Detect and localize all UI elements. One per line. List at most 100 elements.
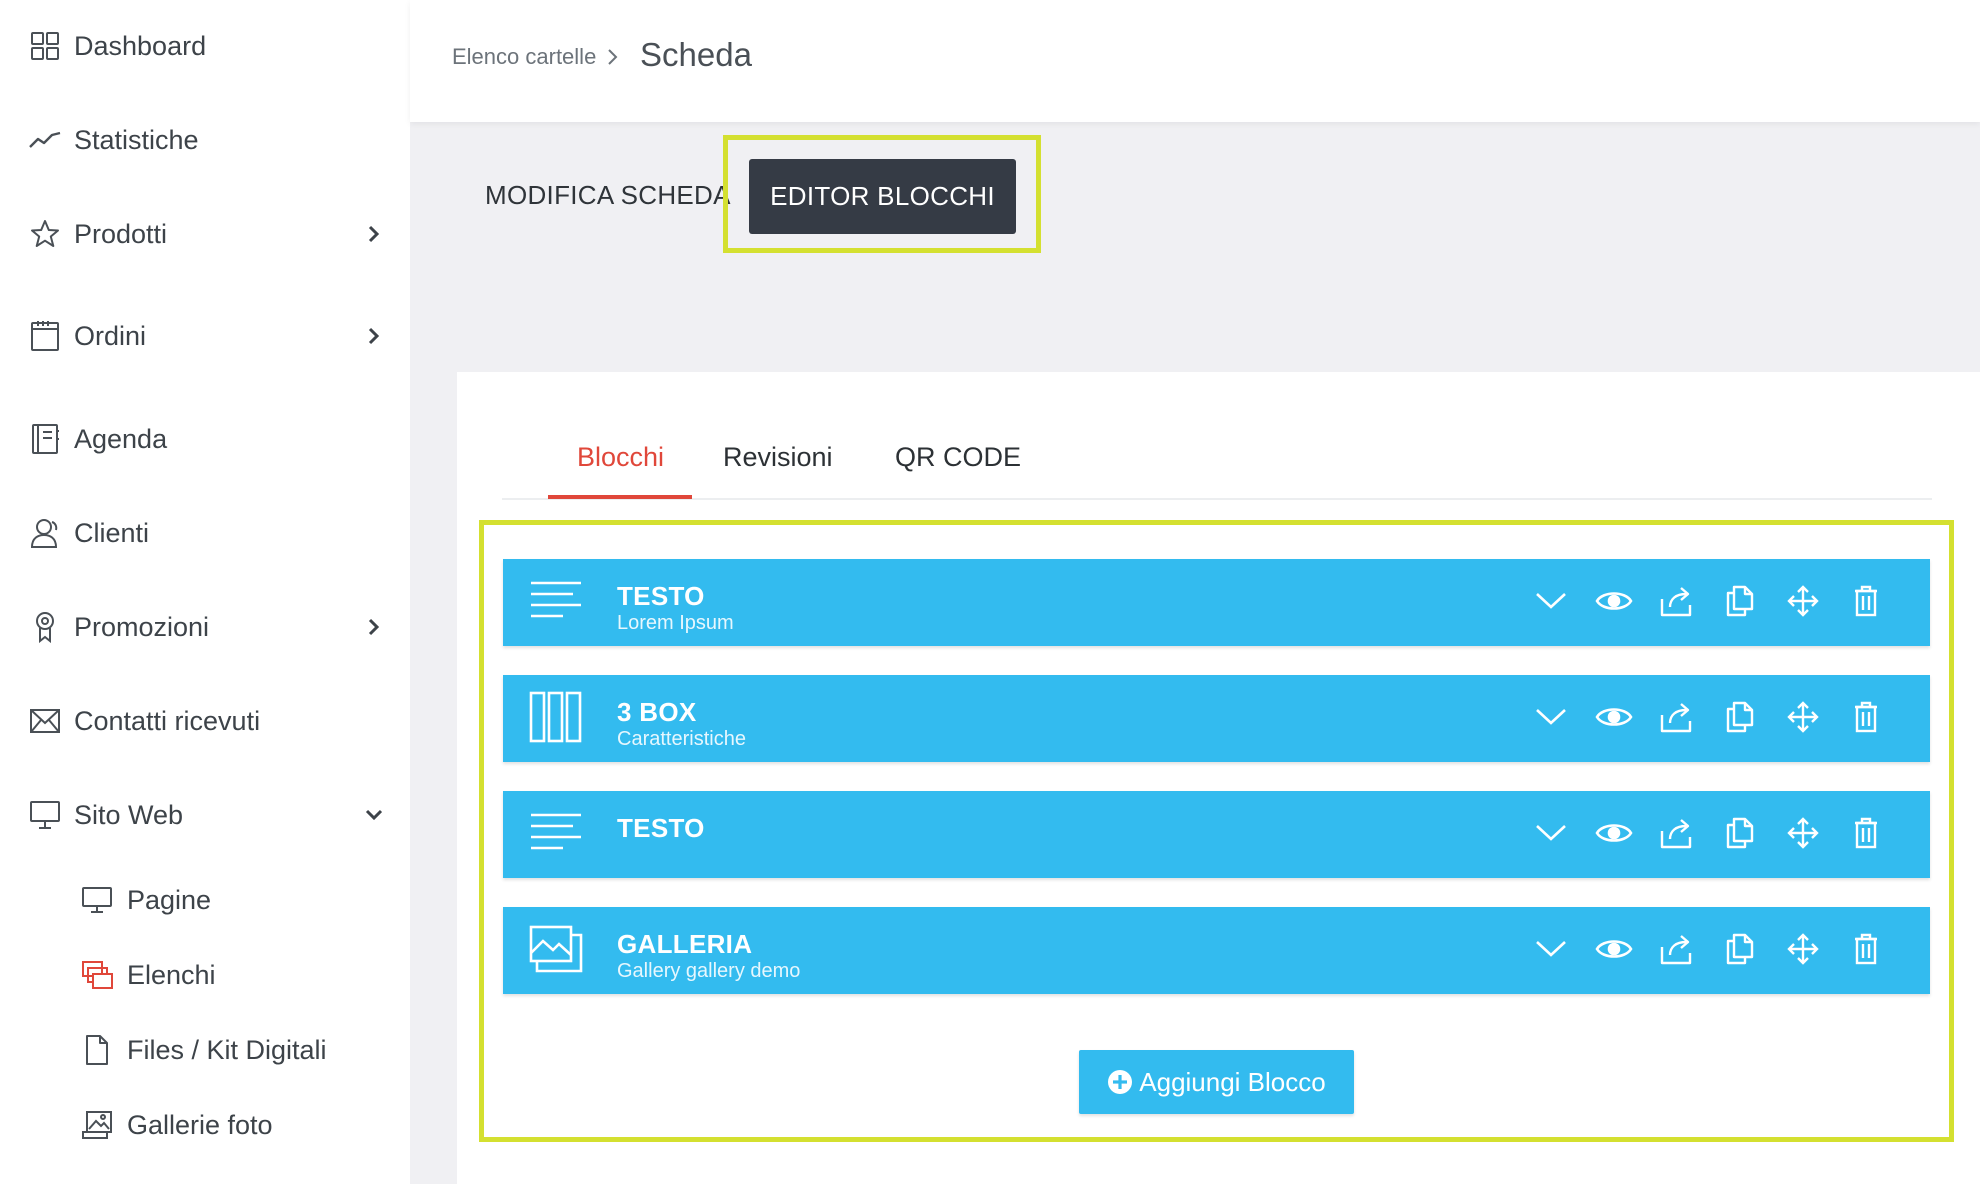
page-title: Scheda [640, 36, 752, 73]
active-tab-indicator [548, 495, 692, 499]
block-title: TESTO [617, 581, 705, 611]
file-icon [80, 1033, 114, 1067]
chevron-down-icon[interactable] [1531, 697, 1571, 737]
tab-qr-code[interactable]: QR CODE [895, 442, 1021, 473]
eye-icon[interactable] [1594, 581, 1634, 621]
block-row[interactable]: GALLERIA Gallery gallery demo [503, 907, 1930, 994]
sidebar: Dashboard Statistiche Prodotti Ordini Ag… [0, 0, 410, 1184]
block-actions [1508, 813, 1886, 853]
users-icon [28, 516, 62, 550]
add-block-label: Aggiungi Blocco [1139, 1066, 1326, 1097]
sidebar-item-label: Ordini [74, 320, 147, 351]
sidebar-item-label: Gallerie foto [127, 1109, 273, 1140]
share-icon[interactable] [1657, 697, 1697, 737]
chevron-down-icon [364, 805, 384, 825]
sidebar-item-statistiche[interactable]: Statistiche [0, 110, 410, 170]
sidebar-item-sito-web[interactable]: Sito Web [0, 785, 410, 845]
eye-icon[interactable] [1594, 929, 1634, 969]
chevron-right-icon [364, 326, 384, 346]
sidebar-item-label: Dashboard [74, 30, 207, 61]
chevron-down-icon[interactable] [1531, 581, 1571, 621]
share-icon[interactable] [1657, 581, 1697, 621]
sidebar-item-label: Sito Web [74, 799, 184, 830]
trash-icon[interactable] [1846, 697, 1886, 737]
sidebar-item-label: Agenda [74, 423, 168, 454]
move-icon[interactable] [1783, 697, 1823, 737]
add-block-button[interactable]: Aggiungi Blocco [1079, 1050, 1354, 1114]
block-subtitle: Caratteristiche [617, 728, 746, 750]
chevron-right-icon [364, 617, 384, 637]
sidebar-item-label: Pagine [127, 884, 212, 915]
sidebar-item-ordini[interactable]: Ordini [0, 306, 410, 366]
copy-icon[interactable] [1720, 697, 1760, 737]
chevron-down-icon[interactable] [1531, 929, 1571, 969]
sidebar-item-label: Clienti [74, 517, 150, 548]
block-title: 3 BOX [617, 697, 697, 727]
monitor-icon [80, 883, 114, 917]
copy-icon[interactable] [1720, 929, 1760, 969]
sidebar-subitem-elenchi[interactable]: Elenchi [0, 945, 410, 1005]
sidebar-item-dashboard[interactable]: Dashboard [0, 16, 410, 76]
sidebar-item-label: Promozioni [74, 611, 210, 642]
chevron-down-icon[interactable] [1531, 813, 1571, 853]
sidebar-item-agenda[interactable]: Agenda [0, 409, 410, 469]
move-icon[interactable] [1783, 813, 1823, 853]
block-actions [1508, 929, 1886, 969]
text-lines-icon [529, 811, 583, 857]
sidebar-subitem-gallerie[interactable]: Gallerie foto [0, 1095, 410, 1155]
tab-revisioni[interactable]: Revisioni [723, 442, 833, 473]
breadcrumb-link[interactable]: Elenco cartelle [452, 44, 596, 70]
notebook-icon [28, 422, 62, 456]
block-subtitle: Lorem Ipsum [617, 612, 734, 634]
sidebar-subitem-files[interactable]: Files / Kit Digitali [0, 1020, 410, 1080]
tab-blocchi[interactable]: Blocchi [577, 442, 664, 473]
block-title: TESTO [617, 813, 705, 843]
sidebar-item-label: Statistiche [74, 124, 199, 155]
move-icon[interactable] [1783, 929, 1823, 969]
sidebar-item-prodotti[interactable]: Prodotti [0, 204, 410, 264]
sidebar-item-contatti-ricevuti[interactable]: Contatti ricevuti [0, 691, 410, 751]
sidebar-item-clienti[interactable]: Clienti [0, 503, 410, 563]
copy-icon[interactable] [1720, 581, 1760, 621]
text-lines-icon [529, 579, 583, 625]
move-icon[interactable] [1783, 581, 1823, 621]
envelope-icon [28, 704, 62, 738]
trash-icon[interactable] [1846, 813, 1886, 853]
block-row[interactable]: TESTO Lorem Ipsum [503, 559, 1930, 646]
trend-line-icon [28, 123, 62, 157]
monitor-icon [28, 798, 62, 832]
eye-icon[interactable] [1594, 813, 1634, 853]
sidebar-item-label: Elenchi [127, 959, 216, 990]
sidebar-item-promozioni[interactable]: Promozioni [0, 597, 410, 657]
modifica-scheda-tab[interactable]: MODIFICA SCHEDA [485, 180, 731, 211]
share-icon[interactable] [1657, 813, 1697, 853]
dashboard-grid-icon [28, 29, 62, 63]
plus-circle-icon [1107, 1069, 1133, 1095]
sidebar-subitem-pagine[interactable]: Pagine [0, 870, 410, 930]
sidebar-item-label: Files / Kit Digitali [127, 1034, 327, 1065]
copy-icon[interactable] [1720, 813, 1760, 853]
block-row[interactable]: TESTO [503, 791, 1930, 878]
sidebar-item-label: Contatti ricevuti [74, 705, 261, 736]
sidebar-item-label: Prodotti [74, 218, 168, 249]
badge-icon [28, 610, 62, 644]
chevron-right-icon [364, 224, 384, 244]
editor-blocchi-button[interactable]: EDITOR BLOCCHI [749, 159, 1016, 234]
star-icon [28, 217, 62, 251]
block-row[interactable]: 3 BOX Caratteristiche [503, 675, 1930, 762]
share-icon[interactable] [1657, 929, 1697, 969]
top-header: Elenco cartelle Scheda [410, 0, 1980, 122]
image-gallery-icon [80, 1108, 114, 1142]
block-subtitle: Gallery gallery demo [617, 960, 801, 982]
block-actions [1508, 581, 1886, 621]
block-title: GALLERIA [617, 929, 753, 959]
block-actions [1508, 697, 1886, 737]
gallery-icon [529, 925, 583, 973]
stacked-windows-icon [80, 958, 114, 992]
tab-bar: Blocchi Revisioni QR CODE [502, 372, 1932, 500]
three-columns-icon [529, 691, 583, 743]
eye-icon[interactable] [1594, 697, 1634, 737]
trash-icon[interactable] [1846, 929, 1886, 969]
trash-icon[interactable] [1846, 581, 1886, 621]
chevron-right-icon [606, 48, 620, 66]
